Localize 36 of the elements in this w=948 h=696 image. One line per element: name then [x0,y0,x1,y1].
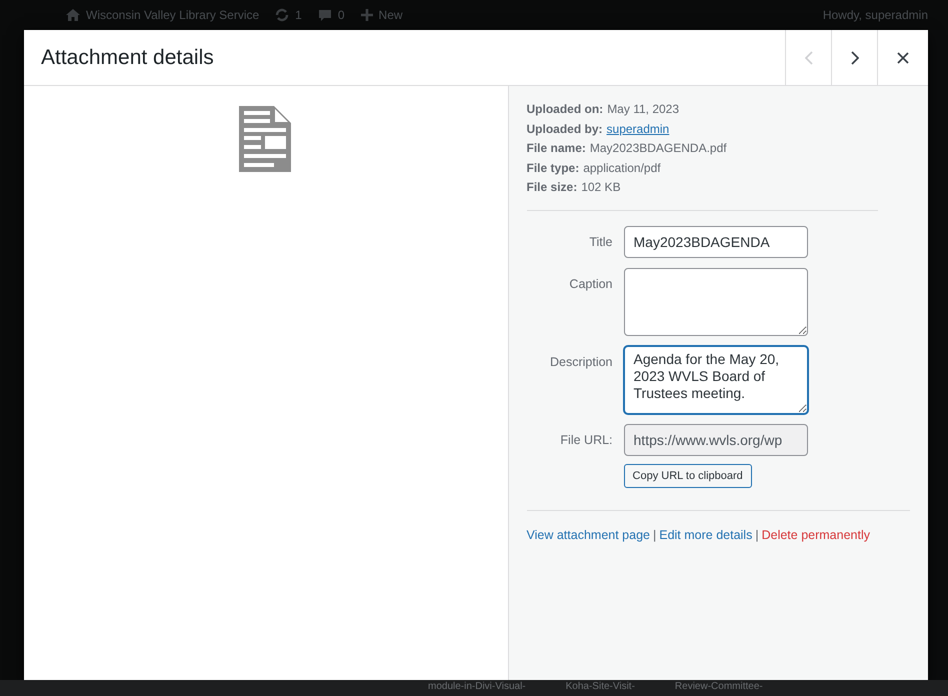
action-link[interactable]: Edit more details [659,528,752,542]
meta-label: File name: [526,141,586,155]
modal-title: Attachment details [40,46,215,70]
uploader-link[interactable]: superadmin [606,122,670,136]
meta-value: application/pdf [583,160,661,174]
field-label: Title [588,234,613,248]
background-filename: Review-Committee- [674,680,763,694]
separator: | [755,528,759,542]
field-label: File URL: [559,432,613,446]
background-filename: Koha-Site-Visit- [566,680,635,694]
home-icon[interactable] [66,9,80,21]
field-label: Caption [568,276,613,290]
close-button[interactable] [877,30,928,85]
meta-label: File type: [526,160,580,174]
previous-button[interactable] [785,30,831,85]
refresh-icon[interactable] [275,8,290,22]
comment-icon[interactable] [318,8,332,22]
next-button[interactable] [831,30,877,85]
document-icon [238,106,291,172]
caption-field[interactable] [624,268,808,336]
action-link[interactable]: View attachment page [526,528,650,542]
meta-label: File size: [526,180,578,194]
delete-link[interactable]: Delete permanently [762,528,870,542]
meta-value: 102 KB [581,180,621,194]
title-field[interactable]: May2023BDAGENDA [624,226,808,258]
field-label: Description [548,354,613,368]
url-field[interactable]: https://www.wvls.org/wp [624,424,808,456]
plus-icon[interactable] [360,9,373,21]
meta-value: May2023BDAGENDA.pdf [590,141,727,155]
copy-url-button[interactable]: Copy URL to clipboard [624,464,752,488]
separator: | [652,528,656,542]
meta-label: Uploaded on: [526,102,604,116]
description-field[interactable]: Agenda for the May 20, 2023 WVLS Board of Trustees meeting. [624,346,808,414]
meta-label: Uploaded by: [526,122,603,136]
meta-value: May 11, 2023 [607,102,680,116]
background-filename: module-in-Divi-Visual- [428,680,526,694]
